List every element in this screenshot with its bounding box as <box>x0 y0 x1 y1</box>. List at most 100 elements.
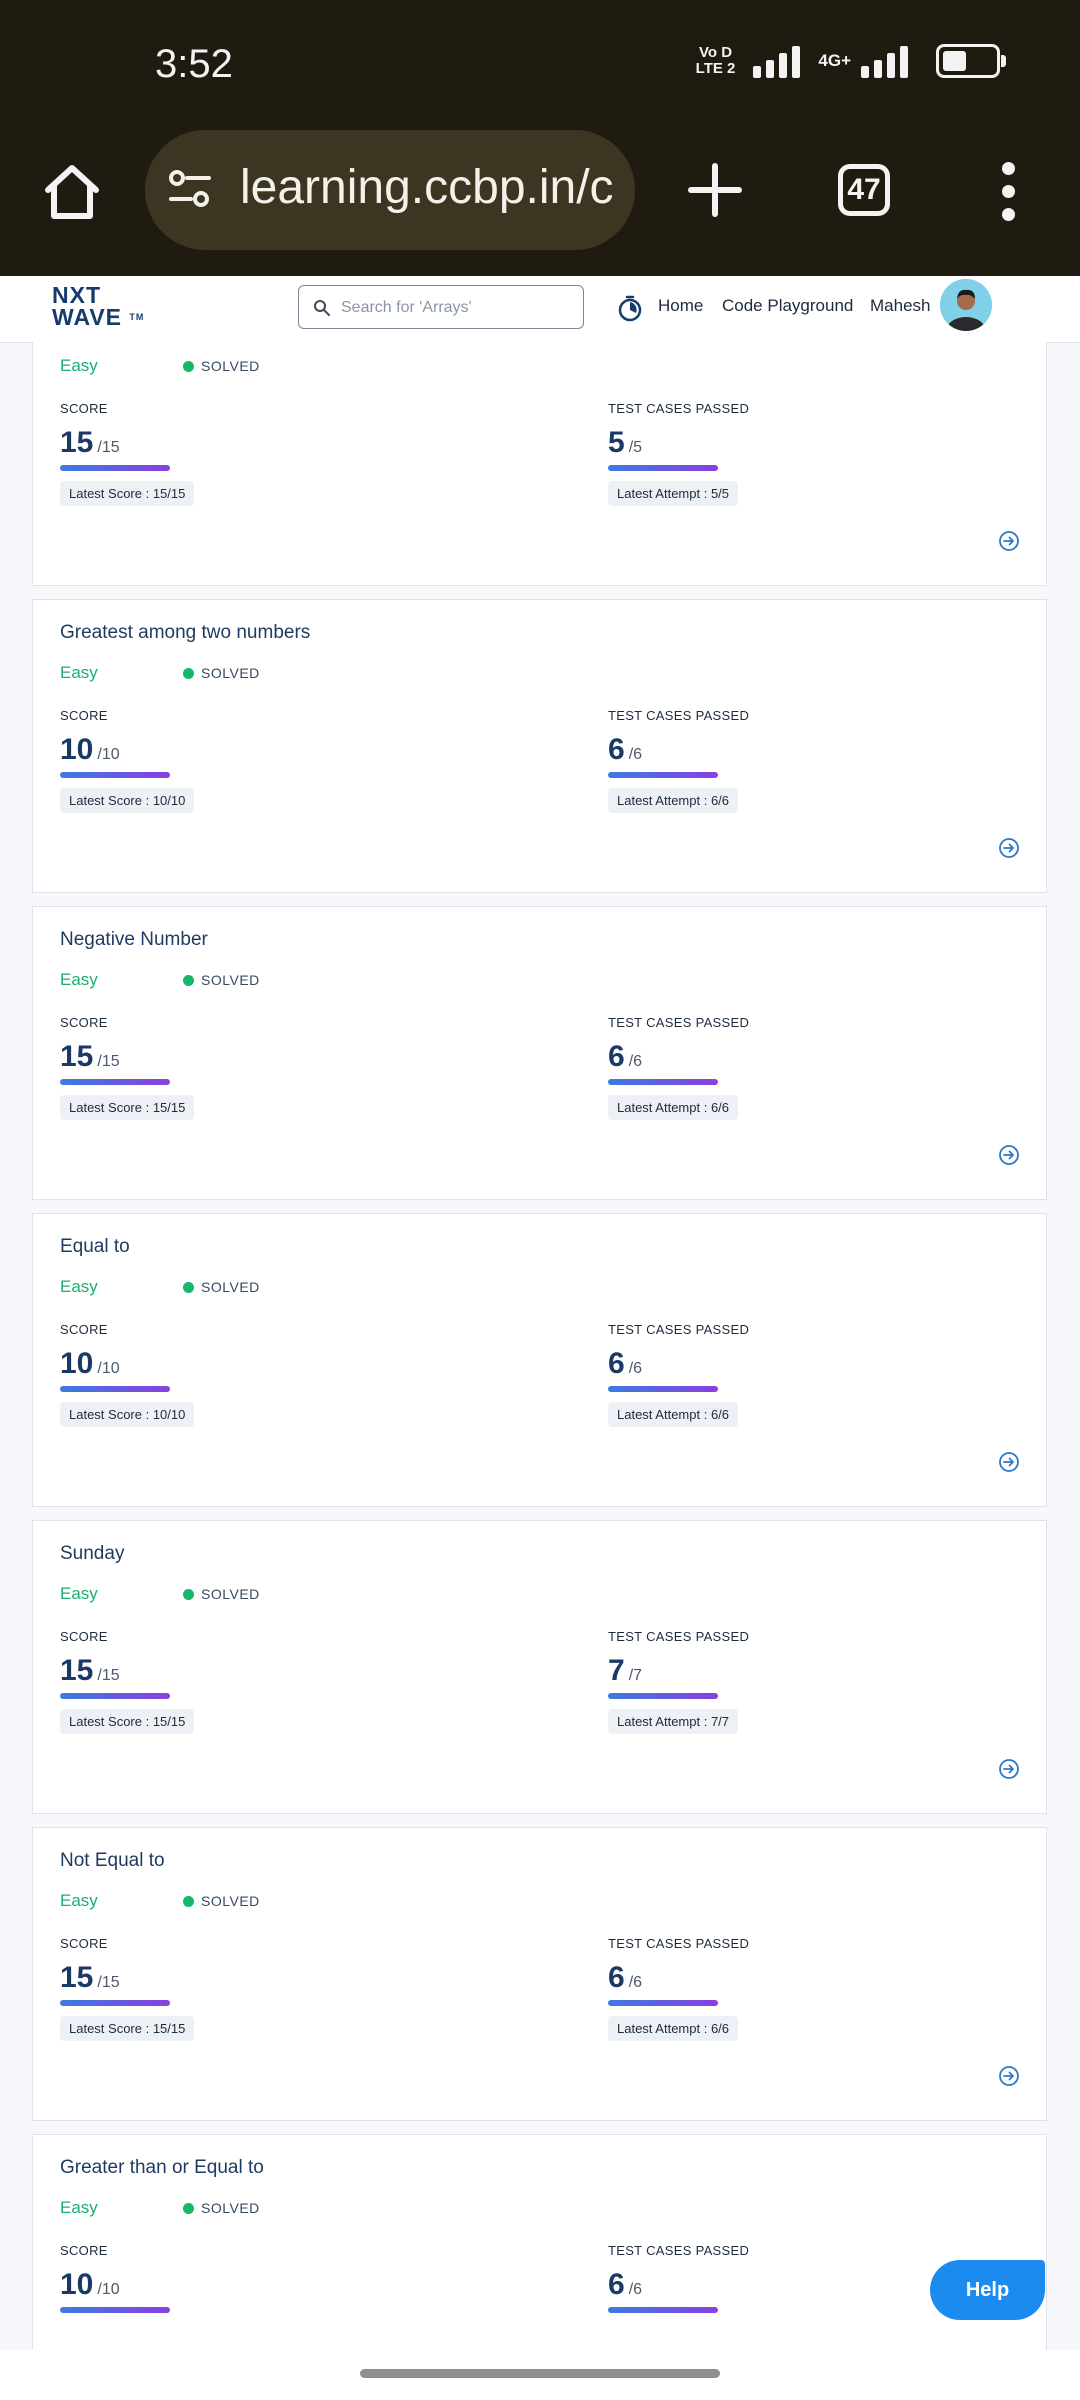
tests-metric: TEST CASES PASSED 7/7 Latest Attempt : 7/7 <box>608 1629 749 1734</box>
tests-value: 6 <box>608 733 625 766</box>
tests-max: /6 <box>628 746 643 763</box>
problem-card[interactable]: Not Equal to Easy SOLVED SCORE 15/15 Latest S… <box>32 1827 1047 2121</box>
arrow-right-circle-icon[interactable] <box>998 1758 1020 1780</box>
problem-card[interactable]: Sunday Easy SOLVED SCORE 15/15 Latest Score :… <box>32 1520 1047 1814</box>
tests-value: 6 <box>608 1961 625 1994</box>
problem-card[interactable]: Greatest among two numbers Easy SOLVED SCOR… <box>32 599 1047 893</box>
latest-attempt-badge: Latest Attempt : 6/6 <box>608 1402 739 1427</box>
new-tab-icon[interactable] <box>685 160 745 220</box>
score-max: /15 <box>97 1974 120 1991</box>
status-icons: Vo D LTE 2 4G+ <box>695 44 1006 78</box>
latest-score-badge: Latest Score : 15/15 <box>60 481 195 506</box>
score-label: SCORE <box>60 1936 108 1951</box>
problem-title[interactable]: Sunday <box>60 1543 124 1565</box>
stopwatch-icon[interactable] <box>616 294 644 322</box>
score-progress-bar <box>60 2307 170 2313</box>
score-label: SCORE <box>60 401 108 416</box>
score-label: SCORE <box>60 2243 108 2258</box>
score-max: /15 <box>97 1667 120 1684</box>
tab-switcher-button[interactable]: 47 <box>838 164 890 216</box>
tests-progress-bar <box>608 1693 718 1699</box>
tests-progress-bar <box>608 2000 718 2006</box>
status-time: 3:52 <box>155 42 233 86</box>
browser-toolbar: learning.ccbp.in/c 47 <box>0 130 1080 256</box>
tests-label: TEST CASES PASSED <box>608 401 750 416</box>
tests-max: /6 <box>628 1360 643 1377</box>
search-box[interactable] <box>298 285 584 329</box>
problem-list: Greater than 70EasySOLVEDSCORE15/15Lates… <box>0 342 1080 2350</box>
problem-title[interactable]: Greatest among two numbers <box>60 622 310 644</box>
latest-score-badge: Latest Score : 15/15 <box>60 1095 195 1120</box>
nxtwave-logo[interactable]: NXT WAVE TM <box>52 284 144 329</box>
score-max: /10 <box>97 1360 120 1377</box>
score-max: /10 <box>97 746 120 763</box>
user-name[interactable]: Mahesh <box>870 296 930 316</box>
score-progress-bar <box>60 1693 170 1699</box>
status-label: SOLVED <box>201 972 260 988</box>
difficulty-label: Easy <box>60 1891 98 1910</box>
site-settings-icon[interactable] <box>167 166 213 212</box>
problem-card[interactable]: Greater than 70EasySOLVEDSCORE15/15Lates… <box>32 342 1047 586</box>
problem-card[interactable]: Greater than or Equal to Easy SOLVED SCORE 1… <box>32 2134 1047 2350</box>
tests-label: TEST CASES PASSED <box>608 1629 750 1644</box>
score-metric: SCORE 10/10 Latest Score : 10/10 <box>60 708 195 813</box>
latest-score-badge: Latest Score : 10/10 <box>60 1402 195 1427</box>
tests-max: /5 <box>628 439 643 456</box>
tests-metric: TEST CASES PASSED 6/6 Latest Attempt : 6/6 <box>608 708 749 813</box>
arrow-right-circle-icon[interactable] <box>998 2065 1020 2087</box>
tests-metric: TEST CASES PASSED 6/6 Latest Attempt : 6/6 <box>608 1322 749 1427</box>
more-menu-icon[interactable] <box>996 162 1020 222</box>
nav-home-link[interactable]: Home <box>658 296 703 316</box>
score-max: /15 <box>97 1053 120 1070</box>
problem-title[interactable]: Negative Number <box>60 929 208 951</box>
score-progress-bar <box>60 1386 170 1392</box>
address-bar[interactable]: learning.ccbp.in/c <box>145 130 635 250</box>
home-icon[interactable] <box>40 160 104 224</box>
score-label: SCORE <box>60 1015 108 1030</box>
latest-attempt-badge: Latest Attempt : 6/6 <box>608 788 739 813</box>
score-max: /10 <box>97 2281 120 2298</box>
tests-max: /6 <box>628 2281 643 2298</box>
problem-title[interactable]: Greater than or Equal to <box>60 2157 264 2179</box>
solved-dot-icon <box>183 668 194 679</box>
search-input[interactable] <box>339 292 573 324</box>
latest-score-badge: Latest Score : 10/10 <box>60 788 195 813</box>
tests-metric: TEST CASES PASSED 5/5 Latest Attempt : 5/5 <box>608 401 749 506</box>
arrow-right-circle-icon[interactable] <box>998 530 1020 552</box>
score-label: SCORE <box>60 1629 108 1644</box>
arrow-right-circle-icon[interactable] <box>998 1144 1020 1166</box>
problem-title[interactable]: Not Equal to <box>60 1850 165 1872</box>
help-button[interactable]: Help <box>930 2260 1045 2320</box>
tests-label: TEST CASES PASSED <box>608 708 750 723</box>
nav-code-playground-link[interactable]: Code Playground <box>722 296 853 316</box>
latest-attempt-badge: Latest Attempt : 7/7 <box>608 1709 739 1734</box>
arrow-right-circle-icon[interactable] <box>998 1451 1020 1473</box>
volte-icon: Vo D LTE 2 <box>695 44 736 77</box>
problem-card[interactable]: Equal to Easy SOLVED SCORE 10/10 Latest Score… <box>32 1213 1047 1507</box>
solved-dot-icon <box>183 361 194 372</box>
arrow-right-circle-icon[interactable] <box>998 837 1020 859</box>
difficulty-label: Easy <box>60 663 98 682</box>
latest-score-badge: Latest Score : 15/15 <box>60 2016 195 2041</box>
score-metric: SCORE 15/15 Latest Score : 15/15 <box>60 1015 195 1120</box>
score-value: 10 <box>60 2268 94 2301</box>
tests-value: 6 <box>608 1347 625 1380</box>
score-metric: SCORE 10/10 Latest Score : 10/10 <box>60 1322 195 1427</box>
problem-card[interactable]: Negative Number Easy SOLVED SCORE 15/15 Lates… <box>32 906 1047 1200</box>
score-value: 15 <box>60 1961 94 1994</box>
status-label: SOLVED <box>201 1279 260 1295</box>
score-value: 15 <box>60 1040 94 1073</box>
score-label: SCORE <box>60 1322 108 1337</box>
url-text[interactable]: learning.ccbp.in/c <box>240 160 614 215</box>
latest-score-badge: Latest Score : 15/15 <box>60 1709 195 1734</box>
tests-label: TEST CASES PASSED <box>608 1015 750 1030</box>
tests-progress-bar <box>608 1079 718 1085</box>
battery-icon <box>936 44 1006 78</box>
signal-icon <box>753 44 801 78</box>
avatar[interactable] <box>940 279 992 331</box>
problem-title[interactable]: Equal to <box>60 1236 130 1258</box>
score-value: 10 <box>60 733 94 766</box>
solved-dot-icon <box>183 1282 194 1293</box>
solved-dot-icon <box>183 2203 194 2214</box>
solved-dot-icon <box>183 1896 194 1907</box>
